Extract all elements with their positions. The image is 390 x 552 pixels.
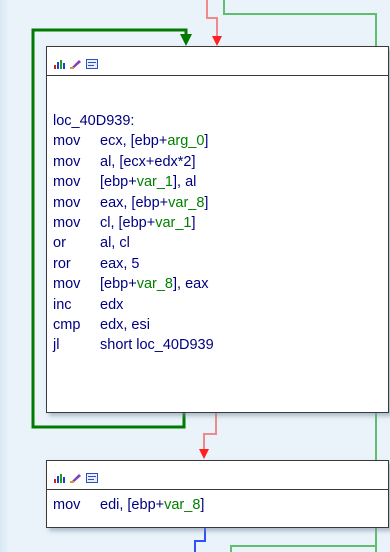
stack-variable[interactable]: arg_0 [167, 133, 204, 149]
operand: [ebp+ [100, 174, 137, 191]
mnemonic: jl [53, 337, 60, 354]
mnemonic: mov [53, 214, 81, 231]
mnemonic: mov [53, 174, 81, 191]
instruction-line[interactable]: cmp edx, esi [53, 315, 388, 335]
graph-icon[interactable] [54, 56, 66, 69]
stack-variable[interactable]: var_8 [164, 497, 200, 513]
operand: short loc_40D939 [100, 337, 214, 354]
operand: cl, [ebp+ [100, 214, 156, 231]
stack-variable[interactable]: var_1 [155, 215, 191, 231]
instruction-line[interactable]: mov [ebp+var_1], al [53, 172, 388, 192]
instruction-line[interactable]: jl short loc_40D939 [53, 335, 388, 355]
stack-variable[interactable]: var_1 [137, 174, 173, 190]
operand: edx, esi [100, 316, 150, 333]
graph-canvas[interactable]: loc_40D939:mov ecx, [ebp+arg_0] mov al, [ec… [0, 0, 390, 552]
operand: edx [100, 296, 124, 313]
operand: ], eax [172, 276, 209, 293]
stack-variable[interactable]: var_8 [137, 276, 173, 292]
incoming-red-edge[interactable] [206, 0, 218, 36]
list-icon[interactable] [86, 470, 98, 483]
code-label-line[interactable]: loc_40D939: [53, 111, 388, 131]
location-label[interactable]: loc_40D939: [53, 113, 134, 129]
operand: ecx, [ebp+ [100, 133, 168, 150]
operand: eax, 5 [100, 255, 140, 272]
fallthrough-red-edge[interactable] [203, 412, 217, 449]
instruction-line[interactable]: or al, cl [53, 233, 388, 253]
outer-green-edge-bottom[interactable] [230, 545, 376, 552]
edit-icon[interactable] [70, 470, 82, 483]
incoming-red-arrow [212, 36, 222, 46]
mnemonic: ror [53, 255, 71, 272]
mnemonic: cmp [53, 316, 81, 333]
operand: eax, [ebp+ [100, 194, 169, 211]
outgoing-blue-edge[interactable] [194, 527, 206, 552]
list-icon[interactable] [86, 56, 98, 69]
mnemonic: mov [53, 133, 81, 150]
operand: [ebp+ [100, 276, 137, 293]
operand: edi, [ebp+ [100, 497, 165, 513]
instruction-line[interactable]: inc edx [53, 295, 388, 315]
mnemonic: mov [53, 497, 81, 513]
code-block-exit[interactable]: mov edi, [ebp+var_8] [46, 460, 389, 528]
block-code: mov edi, [ebp+var_8] [47, 490, 388, 515]
mnemonic: mov [53, 194, 81, 211]
mnemonic: inc [53, 296, 72, 313]
instruction-line[interactable]: mov [ebp+var_8], eax [53, 274, 388, 294]
operand: ] [204, 194, 209, 211]
loop-back-arrow [180, 34, 192, 46]
block-code: loc_40D939:mov ecx, [ebp+arg_0] mov al, [ec… [47, 76, 388, 356]
operand: al, cl [100, 235, 130, 252]
stack-variable[interactable]: var_8 [168, 195, 204, 211]
code-block-loc-40d939[interactable]: loc_40D939:mov ecx, [ebp+arg_0] mov al, [ec… [46, 46, 389, 413]
block-toolbar [47, 461, 388, 490]
instruction-line[interactable]: mov ecx, [ebp+arg_0] [53, 131, 388, 151]
mnemonic: mov [53, 153, 81, 170]
operand: ] [200, 497, 205, 513]
fallthrough-red-arrow [199, 449, 209, 459]
instruction-line[interactable]: mov edi, [ebp+var_8] [53, 495, 388, 515]
block-toolbar [47, 47, 388, 76]
operand: al, [ecx+edx*2] [100, 153, 196, 170]
operand: ] [191, 214, 196, 231]
instruction-line[interactable]: mov al, [ecx+edx*2] [53, 152, 388, 172]
operand: ] [204, 133, 209, 150]
mnemonic: or [53, 235, 66, 252]
graph-icon[interactable] [54, 470, 66, 483]
edit-icon[interactable] [70, 56, 82, 69]
operand: ], al [172, 174, 197, 191]
mnemonic: mov [53, 276, 81, 293]
instruction-line[interactable]: mov cl, [ebp+var_1] [53, 213, 388, 233]
instruction-line[interactable]: mov eax, [ebp+var_8] [53, 193, 388, 213]
instruction-line[interactable]: ror eax, 5 [53, 254, 388, 274]
